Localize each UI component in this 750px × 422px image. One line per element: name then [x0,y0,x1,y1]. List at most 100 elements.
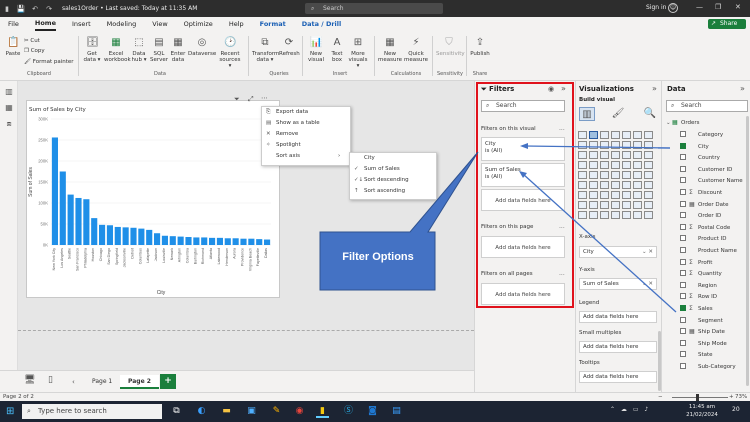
table-view-icon[interactable]: ▦ [4,103,14,113]
chrome-icon[interactable]: ◉ [293,405,306,418]
checkbox-icon[interactable] [680,351,686,358]
visual-type-icon[interactable] [644,191,653,199]
publish-button[interactable]: ⇪ Publish [469,37,491,57]
field-row[interactable]: Sub-Category [680,362,736,372]
outlook-icon[interactable]: ◙ [366,405,379,418]
visual-type-icon[interactable] [578,171,587,179]
visual-type-icon[interactable] [644,181,653,189]
paste-button[interactable]: 📋 Paste [4,37,22,57]
title-search-box[interactable]: ⌕ Search [305,3,443,14]
edge-browser-icon[interactable]: ◐ [195,405,208,418]
visual-type-icon[interactable] [633,171,642,179]
user-avatar-icon[interactable]: ☺ [668,3,678,13]
visual-type-icon[interactable] [600,171,609,179]
checkbox-checked-icon[interactable] [680,305,686,311]
menu-tab-home[interactable]: Home [34,17,56,31]
visual-type-icon[interactable] [600,141,609,149]
visual-type-icon[interactable] [578,211,587,219]
menu-item-export-data[interactable]: ⎘ Export data [266,109,308,116]
field-row[interactable]: Ship Mode [680,339,727,349]
checkbox-icon[interactable] [680,339,686,346]
taskbar-search-box[interactable]: ⌕ Type here to search [22,404,162,419]
taskbar-clock[interactable]: 11:45 am 21/02/2024 [680,403,724,419]
undo-icon[interactable]: ↶ [28,5,42,13]
visual-type-icon[interactable] [589,131,598,139]
model-view-icon[interactable]: ⧈ [4,119,14,129]
checkbox-icon[interactable] [680,258,686,265]
menu-tab-file[interactable]: File [8,18,19,30]
format-painter-button[interactable]: 🖌 Format painter [24,59,74,65]
field-row[interactable]: State [680,350,713,360]
checkbox-icon[interactable] [680,212,686,219]
table-orders[interactable]: ⌄▦ Orders [666,118,700,128]
checkbox-icon[interactable] [680,131,686,137]
visual-type-icon[interactable] [622,201,631,209]
refresh-button[interactable]: ⟳ Refresh [279,37,300,57]
field-row[interactable]: Σ Discount [680,188,722,198]
desktop-layout-icon[interactable]: 🖥 [24,375,35,385]
text-box-button[interactable]: A Text box [328,37,346,63]
checkbox-icon[interactable] [680,223,686,230]
bar-chart-visual[interactable]: Sum of Sales by City 0K 50K 100K 150K 200K 25… [26,100,280,298]
visual-type-icon[interactable] [611,181,620,189]
maximize-button[interactable]: ❐ [715,3,721,11]
checkbox-icon[interactable] [680,200,686,207]
visual-type-icon[interactable] [600,191,609,199]
visual-type-icon[interactable] [600,181,609,189]
visual-type-icon[interactable] [633,131,642,139]
visual-type-icon[interactable] [578,141,587,149]
y-axis-well[interactable]: Sum of Sales ⌄ ✕ [579,278,657,290]
page-tab-1[interactable]: Page 1 [84,375,120,389]
field-row[interactable]: Σ Row ID [680,292,717,302]
field-row[interactable]: Σ Sales [680,304,713,314]
visual-type-icon[interactable] [644,131,653,139]
notification-badge[interactable]: 20 [732,406,740,413]
zoom-out-button[interactable]: − [658,394,663,400]
menu-item-sort-axis[interactable]: Sort axis [266,153,300,159]
tooltips-dropzone[interactable]: Add data fields here [579,371,657,383]
chevron-left-icon[interactable]: ‹ [72,378,75,386]
visual-type-icon[interactable] [644,141,653,149]
sensitivity-button[interactable]: ⛉ Sensitivity [436,37,465,57]
visual-type-icon[interactable] [589,211,598,219]
copy-button[interactable]: ❐ Copy [24,48,45,54]
checkbox-icon[interactable] [680,328,686,335]
get-data-button[interactable]: 🗄 Get data ▾ [82,37,102,63]
system-tray-icons[interactable]: ⌃ ☁ ▭ ♪ [610,406,650,413]
menu-tab-optimize[interactable]: Optimize [184,18,213,30]
transform-data-button[interactable]: ⧉ Transform data ▾ [252,37,279,63]
filter-icon[interactable]: ⏷ [234,95,240,104]
field-row[interactable]: Customer ID [680,165,732,175]
data-search-input[interactable]: ⌕ Search [666,100,748,112]
visual-type-icon[interactable] [589,191,598,199]
visual-type-icon[interactable] [600,211,609,219]
visual-type-icon[interactable] [622,151,631,159]
field-row[interactable]: Segment [680,316,723,326]
scrollbar[interactable] [746,116,749,386]
quick-measure-button[interactable]: ⚡ Quick measure [404,37,428,63]
minimize-button[interactable]: — [696,3,703,11]
field-row[interactable]: Order ID [680,211,721,221]
checkbox-icon[interactable] [680,177,686,184]
checkbox-icon[interactable] [680,165,686,172]
new-visual-button[interactable]: 📊 New visual [306,37,326,63]
visual-type-icon[interactable] [611,201,620,209]
checkbox-icon[interactable] [680,363,686,369]
visual-type-icon[interactable] [644,201,653,209]
close-button[interactable]: ✕ [735,3,741,11]
visual-type-icon[interactable] [633,201,642,209]
visual-type-icon[interactable] [578,161,587,169]
visual-type-icon[interactable] [578,131,587,139]
visual-type-icon[interactable] [578,201,587,209]
power-bi-taskbar-icon[interactable]: ▮ [316,405,329,418]
field-row[interactable]: Region [680,281,717,291]
windows-start-icon[interactable]: ⊞ [6,406,14,417]
redo-icon[interactable]: ↷ [42,5,56,13]
visual-type-icon[interactable] [611,161,620,169]
visual-type-icon[interactable] [622,171,631,179]
field-row[interactable]: Σ Profit [680,258,712,268]
analytics-icon[interactable]: 🔍 [642,107,658,121]
recent-sources-button[interactable]: 🕑 Recent sources ▾ [218,37,242,69]
field-row[interactable]: ▦ Ship Date [680,327,725,337]
visual-type-icon[interactable] [589,141,598,149]
